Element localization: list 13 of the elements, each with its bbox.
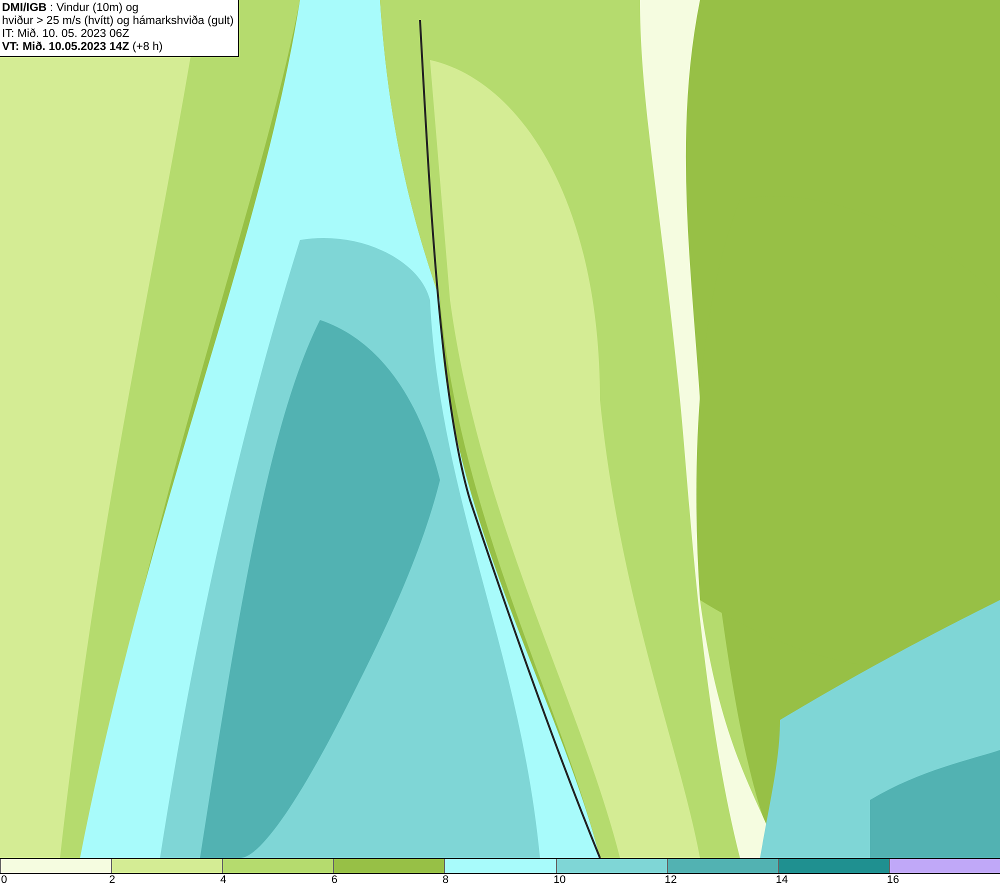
- scale-tick-label: 2: [109, 874, 116, 887]
- scale-tick-label: 14: [776, 874, 788, 887]
- caption-line: IT: Mið. 10. 05. 2023 06Z: [2, 28, 130, 41]
- caption-line: VT: Mið. 10.05.2023 14Z (+8 h): [2, 41, 164, 54]
- scale-tick-label: 8: [442, 874, 449, 887]
- scale-tick-label: 6: [331, 874, 338, 887]
- scale-tick-label: 12: [664, 874, 677, 887]
- scale-tick-label: 4: [220, 874, 226, 887]
- caption-line: hviður > 25 m/s (hvítt) og hámarkshviða (gult): [2, 15, 234, 28]
- caption-line: DMI/IGB : Vindur (10m) og: [2, 2, 140, 15]
- scale-tick-label: 16: [886, 874, 900, 887]
- scale-tick-label: 0: [1, 874, 8, 887]
- scale-tick-label: 10: [554, 874, 566, 887]
